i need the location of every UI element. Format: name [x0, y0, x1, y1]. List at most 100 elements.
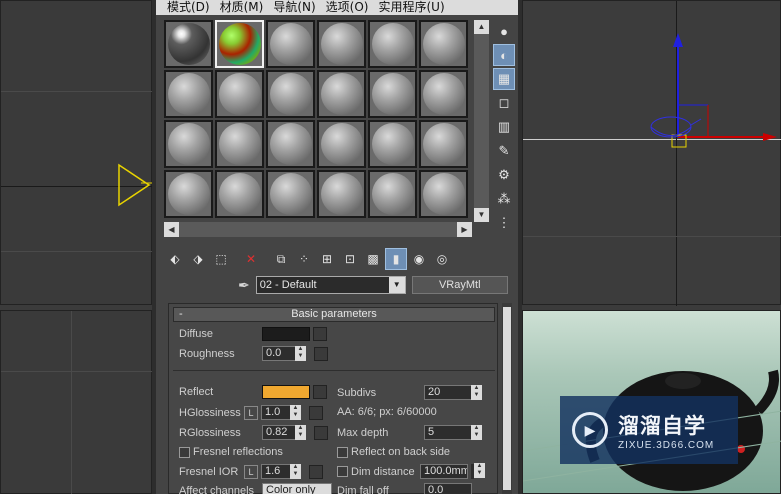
make-preview-icon[interactable]: ✎	[493, 140, 515, 162]
spinner-arrows-icon[interactable]: ▲ ▼	[295, 425, 306, 440]
material-slot[interactable]	[215, 120, 264, 168]
reflect-color-swatch[interactable]	[262, 385, 310, 399]
sample-uv-tiling-icon[interactable]: ◻	[493, 92, 515, 114]
roughness-spinner[interactable]: 0.0 ▲ ▼	[262, 346, 306, 361]
options-icon[interactable]: ⚙	[493, 164, 515, 186]
material-slot[interactable]	[419, 20, 468, 68]
scroll-down-icon[interactable]: ▼	[474, 208, 489, 222]
material-slot[interactable]	[164, 120, 213, 168]
material-slot[interactable]	[266, 120, 315, 168]
affect-channels-dropdown[interactable]: Color only	[262, 483, 332, 494]
assign-to-selection-icon[interactable]: ⬚	[210, 248, 232, 270]
material-slot[interactable]	[419, 120, 468, 168]
reflect-back-side-checkbox[interactable]	[337, 446, 348, 458]
menu-navigation[interactable]: 导航(N)	[268, 0, 320, 15]
viewport-bottom-left[interactable]	[0, 310, 153, 494]
diffuse-color-swatch[interactable]	[262, 327, 310, 341]
fresnel-ior-lock-button[interactable]: L	[244, 464, 258, 479]
material-slot[interactable]	[368, 20, 417, 68]
material-slot[interactable]	[317, 170, 366, 218]
dim-distance-checkbox[interactable]	[337, 466, 348, 477]
material-navigator-icon[interactable]: ⋮	[493, 212, 515, 234]
material-slot[interactable]	[317, 70, 366, 118]
chevron-down-icon[interactable]: ▼	[388, 277, 405, 293]
roughness-map-button[interactable]	[314, 346, 328, 361]
diffuse-map-button[interactable]	[313, 327, 327, 341]
make-copy-icon[interactable]: ⧉	[270, 248, 292, 270]
dim-falloff-spinner[interactable]: 0.0	[424, 483, 472, 494]
spinner-arrows-icon[interactable]: ▲ ▼	[474, 463, 485, 478]
material-slot[interactable]	[368, 170, 417, 218]
pick-material-eyedropper-icon[interactable]: ✒	[238, 277, 250, 294]
spinner-arrows-icon[interactable]: ▲ ▼	[295, 346, 306, 361]
menu-material[interactable]: 材质(M)	[215, 0, 269, 15]
hglossiness-lock-button[interactable]: L	[244, 405, 258, 420]
slot-horizontal-scrollbar[interactable]: ◀ ▶	[164, 222, 472, 237]
collapse-icon[interactable]: -	[179, 308, 183, 321]
rglossiness-map-button[interactable]	[314, 425, 328, 440]
rglossiness-spinner[interactable]: 0.82 ▲ ▼	[262, 425, 306, 440]
fresnel-ior-spinner[interactable]: 1.6 ▲ ▼	[261, 464, 301, 479]
fresnel-reflections-checkbox[interactable]	[179, 446, 190, 458]
material-slot[interactable]	[317, 120, 366, 168]
make-unique-icon[interactable]: ⁘	[293, 248, 315, 270]
material-slot[interactable]	[215, 70, 264, 118]
spinner-arrows-icon[interactable]: ▲ ▼	[290, 464, 301, 479]
material-slot[interactable]	[419, 70, 468, 118]
put-to-scene-icon[interactable]: ⬗	[187, 248, 209, 270]
viewport-top-left[interactable]	[0, 0, 153, 305]
material-slot[interactable]	[266, 170, 315, 218]
material-slot[interactable]	[164, 70, 213, 118]
hglossiness-map-button[interactable]	[309, 405, 323, 420]
material-slot[interactable]	[368, 120, 417, 168]
video-color-check-icon[interactable]: ▥	[493, 116, 515, 138]
material-sphere-preview	[320, 173, 363, 215]
rollout-header[interactable]: - Basic parameters	[173, 307, 495, 322]
material-slot[interactable]	[215, 170, 264, 218]
go-to-parent-icon[interactable]: ◉	[408, 248, 430, 270]
material-slot[interactable]	[317, 20, 366, 68]
show-end-result-icon[interactable]: ▮	[385, 248, 407, 270]
dim-distance-spinner[interactable]: 100.0mm	[420, 464, 468, 479]
scroll-up-icon[interactable]: ▲	[474, 20, 489, 34]
material-name-dropdown[interactable]: 02 - Default ▼	[255, 276, 406, 294]
watermark: ▶ 溜溜自学 ZIXUE.3D66.COM	[560, 396, 738, 464]
spinner-arrows-icon[interactable]: ▲ ▼	[471, 425, 482, 440]
spinner-arrows-icon[interactable]: ▲ ▼	[290, 405, 301, 420]
material-slot[interactable]	[164, 20, 213, 68]
hglossiness-spinner[interactable]: 1.0 ▲ ▼	[261, 405, 301, 420]
material-slot[interactable]	[266, 70, 315, 118]
material-slot[interactable]	[164, 170, 213, 218]
slot-vertical-scrollbar[interactable]: ▲ ▼	[474, 20, 489, 222]
fresnel-ior-map-button[interactable]	[309, 464, 323, 479]
scrollbar-thumb[interactable]	[503, 307, 511, 490]
reset-map-icon[interactable]: ✕	[240, 248, 262, 270]
material-id-channel-icon[interactable]: ⊡	[339, 248, 361, 270]
spinner-arrows-icon[interactable]: ▲ ▼	[471, 385, 482, 400]
material-slot[interactable]	[419, 170, 468, 218]
menu-utilities[interactable]: 实用程序(U)	[373, 0, 449, 15]
material-sphere-preview	[269, 23, 312, 65]
scroll-right-icon[interactable]: ▶	[457, 222, 472, 237]
material-slot[interactable]	[368, 70, 417, 118]
material-slot-active[interactable]	[215, 20, 264, 68]
subdivs-spinner[interactable]: 20 ▲ ▼	[424, 385, 482, 400]
menu-mode[interactable]: 模式(D)	[162, 0, 215, 15]
roughness-row: Roughness 0.0 ▲ ▼	[179, 346, 328, 361]
select-by-material-icon[interactable]: ⁂	[493, 188, 515, 210]
background-checker-icon[interactable]: ▦	[493, 68, 515, 90]
reflect-map-button[interactable]	[313, 385, 327, 399]
scroll-left-icon[interactable]: ◀	[164, 222, 179, 237]
viewport-top-right[interactable]	[522, 0, 781, 306]
sample-type-icon[interactable]: ●	[493, 20, 515, 42]
material-slot[interactable]	[266, 20, 315, 68]
go-forward-sibling-icon[interactable]: ◎	[431, 248, 453, 270]
put-to-library-icon[interactable]: ⊞	[316, 248, 338, 270]
get-material-icon[interactable]: ⬖	[164, 248, 186, 270]
menu-options[interactable]: 选项(O)	[321, 0, 374, 15]
material-type-button[interactable]: VRayMtl	[411, 276, 508, 294]
parameters-scrollbar[interactable]	[502, 303, 512, 494]
max-depth-spinner[interactable]: 5 ▲ ▼	[424, 425, 482, 440]
show-shaded-material-icon[interactable]: ▩	[362, 248, 384, 270]
backlight-icon[interactable]: ◐	[493, 44, 515, 66]
